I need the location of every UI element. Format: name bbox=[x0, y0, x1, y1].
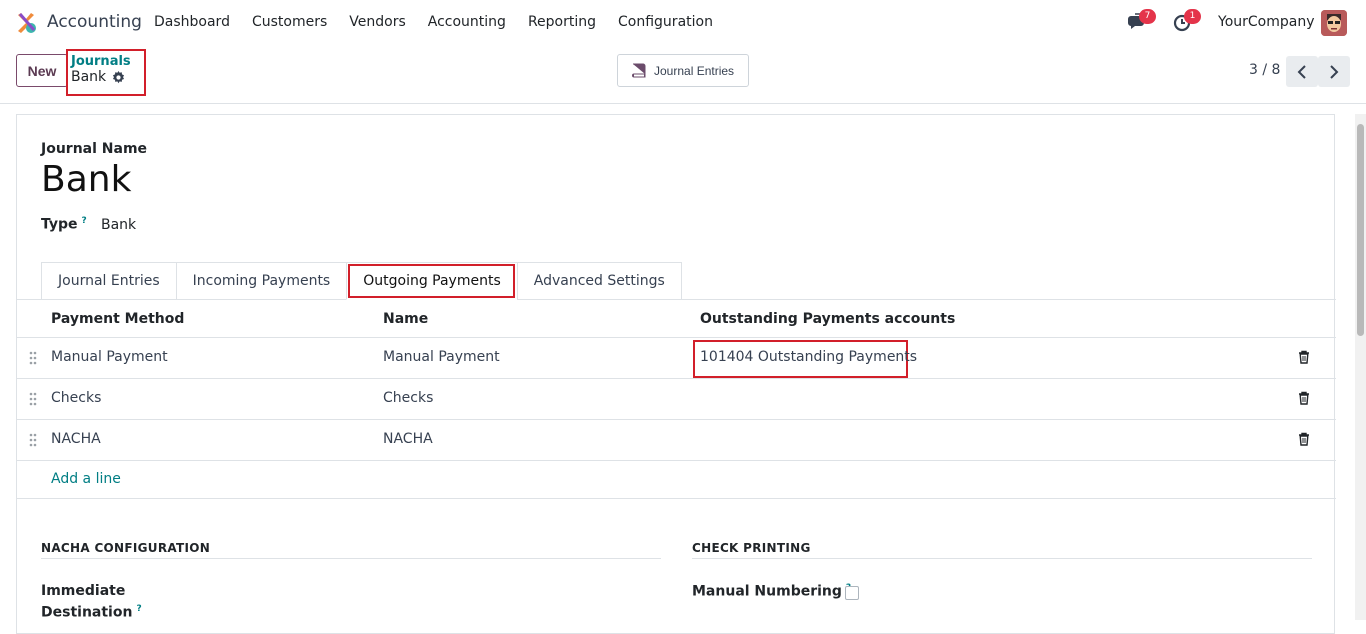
main-menu: Dashboard Customers Vendors Accounting R… bbox=[154, 14, 735, 30]
cell-outstanding-account[interactable]: 101404 Outstanding Payments bbox=[700, 349, 917, 365]
column-header-payment-method[interactable]: Payment Method bbox=[51, 311, 184, 327]
messages-button[interactable]: 7 bbox=[1127, 9, 1156, 34]
cell-payment-method[interactable]: Manual Payment bbox=[51, 349, 168, 365]
add-line-row: Add a line bbox=[17, 461, 1336, 499]
book-icon bbox=[632, 63, 646, 77]
user-avatar[interactable] bbox=[1321, 10, 1347, 36]
top-navbar: Accounting Dashboard Customers Vendors A… bbox=[0, 0, 1366, 46]
control-panel: New Journals Bank Journal Entries 3 / 8 bbox=[0, 46, 1366, 104]
manual-numbering-label: Manual Numbering? bbox=[692, 583, 851, 600]
cell-name[interactable]: Manual Payment bbox=[383, 349, 500, 365]
tab-journal-entries[interactable]: Journal Entries bbox=[41, 262, 176, 300]
immediate-destination-help-icon[interactable]: ? bbox=[136, 604, 141, 614]
table-header: Payment Method Name Outstanding Payments… bbox=[17, 300, 1336, 338]
new-button[interactable]: New bbox=[16, 54, 68, 87]
journal-entries-smart-button[interactable]: Journal Entries bbox=[617, 54, 749, 87]
menu-accounting[interactable]: Accounting bbox=[428, 14, 506, 30]
activities-button[interactable]: 1 bbox=[1172, 9, 1201, 34]
trash-icon[interactable] bbox=[1298, 350, 1310, 364]
app-name[interactable]: Accounting bbox=[47, 12, 142, 32]
type-help-icon[interactable]: ? bbox=[82, 216, 87, 226]
breadcrumb-current-label: Bank bbox=[71, 69, 107, 85]
immediate-destination-label: Destination? bbox=[41, 604, 142, 621]
menu-reporting[interactable]: Reporting bbox=[528, 14, 596, 30]
nacha-configuration-title: NACHA CONFIGURATION bbox=[41, 541, 211, 555]
menu-dashboard[interactable]: Dashboard bbox=[154, 14, 230, 30]
cell-name[interactable]: NACHA bbox=[383, 431, 433, 447]
chevron-right-icon bbox=[1330, 64, 1339, 79]
journal-name-label: Journal Name bbox=[41, 141, 148, 157]
breadcrumb-journals-link[interactable]: Journals bbox=[71, 54, 131, 69]
table-row[interactable]: Checks Checks bbox=[17, 379, 1336, 420]
add-line-link[interactable]: Add a line bbox=[51, 471, 121, 487]
pager-previous-button[interactable] bbox=[1286, 56, 1318, 87]
immediate-destination-label-line2: Destination bbox=[41, 604, 133, 621]
activities-badge: 1 bbox=[1184, 9, 1201, 24]
scrollbar-thumb[interactable] bbox=[1357, 124, 1364, 336]
drag-handle-icon[interactable] bbox=[29, 392, 37, 406]
type-label-text: Type bbox=[41, 216, 78, 233]
messages-badge: 7 bbox=[1139, 9, 1156, 24]
company-switcher[interactable]: YourCompany bbox=[1218, 14, 1315, 30]
cell-payment-method[interactable]: Checks bbox=[51, 390, 101, 406]
cell-payment-method[interactable]: NACHA bbox=[51, 431, 101, 447]
breadcrumb-current: Bank bbox=[71, 69, 125, 85]
outgoing-payment-methods-table: Payment Method Name Outstanding Payments… bbox=[17, 300, 1336, 499]
journal-name-field[interactable]: Bank bbox=[41, 159, 131, 200]
notebook-tabs: Journal Entries Incoming Payments Outgoi… bbox=[41, 262, 682, 300]
tab-incoming-payments[interactable]: Incoming Payments bbox=[175, 262, 347, 300]
gear-icon[interactable] bbox=[112, 70, 125, 84]
cell-name[interactable]: Checks bbox=[383, 390, 433, 406]
tab-outgoing-payments[interactable]: Outgoing Payments bbox=[346, 262, 517, 300]
table-row[interactable]: Manual Payment Manual Payment 101404 Out… bbox=[17, 338, 1336, 379]
page-scrollbar[interactable] bbox=[1355, 114, 1366, 620]
nacha-section-divider bbox=[41, 558, 661, 559]
journal-entries-smart-label: Journal Entries bbox=[654, 63, 735, 78]
menu-customers[interactable]: Customers bbox=[252, 14, 327, 30]
trash-icon[interactable] bbox=[1298, 432, 1310, 446]
type-label: Type? bbox=[41, 216, 87, 233]
check-printing-title: CHECK PRINTING bbox=[692, 541, 811, 555]
menu-vendors[interactable]: Vendors bbox=[349, 14, 405, 30]
accounting-app-icon[interactable] bbox=[16, 12, 38, 34]
tab-advanced-settings[interactable]: Advanced Settings bbox=[516, 262, 682, 300]
column-header-outstanding-accounts[interactable]: Outstanding Payments accounts bbox=[700, 311, 955, 327]
manual-numbering-label-text: Manual Numbering bbox=[692, 583, 842, 600]
pager-next-button[interactable] bbox=[1318, 56, 1350, 87]
type-field[interactable]: Bank bbox=[101, 217, 136, 233]
trash-icon[interactable] bbox=[1298, 391, 1310, 405]
manual-numbering-checkbox[interactable] bbox=[845, 586, 859, 600]
drag-handle-icon[interactable] bbox=[29, 351, 37, 365]
drag-handle-icon[interactable] bbox=[29, 433, 37, 447]
pager-value[interactable]: 3 / 8 bbox=[1249, 62, 1280, 78]
avatar-face-icon bbox=[1321, 10, 1347, 36]
table-row[interactable]: NACHA NACHA bbox=[17, 420, 1336, 461]
form-sheet: Journal Name Bank Type? Bank Journal Ent… bbox=[16, 114, 1336, 634]
menu-configuration[interactable]: Configuration bbox=[618, 14, 713, 30]
column-header-name[interactable]: Name bbox=[383, 311, 428, 327]
chevron-left-icon bbox=[1297, 64, 1306, 79]
immediate-destination-label-line1: Immediate bbox=[41, 583, 126, 599]
check-section-divider bbox=[692, 558, 1312, 559]
